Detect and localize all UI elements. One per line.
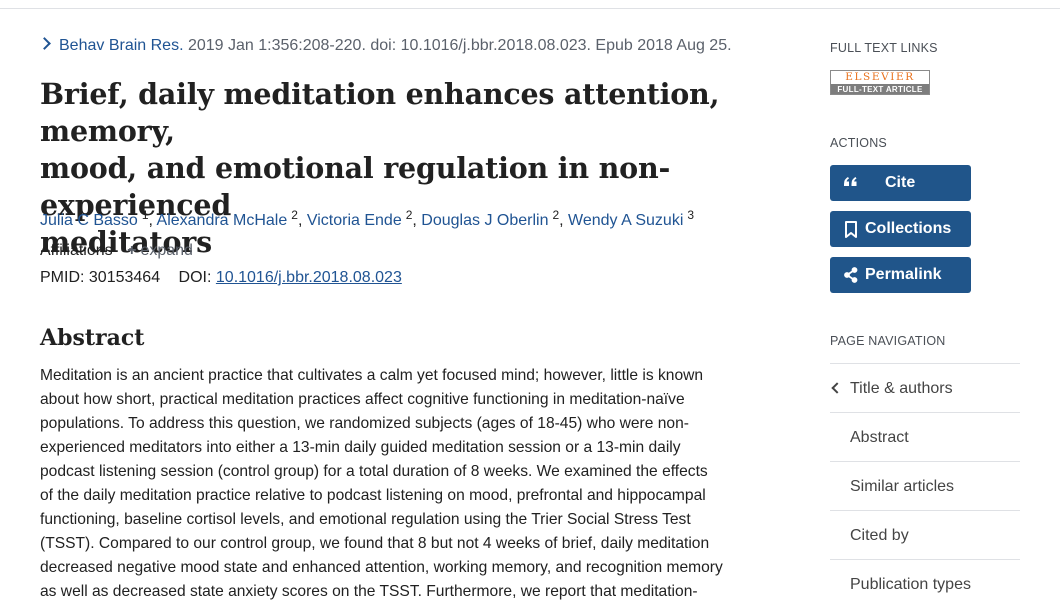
nav-item-label: Publication types (850, 576, 971, 593)
nav-item-label: Cited by (850, 527, 909, 544)
chevron-right-icon[interactable] (38, 37, 51, 50)
author-list: Julia C Basso 1, Alexandra McHale 2, Victo… (40, 208, 695, 229)
abstract-text: Meditation is an ancient practice that c… (40, 364, 765, 600)
title-line: Brief, daily meditation enhances attenti… (40, 77, 720, 148)
author-link[interactable]: Alexandra McHale (157, 212, 288, 229)
collections-button[interactable]: Collections (830, 211, 971, 247)
nav-item-abstract[interactable]: Abstract (830, 412, 1020, 461)
journal-link[interactable]: Behav Brain Res. (59, 37, 184, 54)
abstract-heading: Abstract (40, 325, 145, 351)
quote-icon (843, 165, 859, 201)
nav-item-label: Abstract (850, 429, 909, 446)
share-icon (843, 257, 859, 293)
page-navigation-heading: PAGE NAVIGATION (830, 334, 946, 348)
nav-item-publication-types[interactable]: Publication types (830, 559, 1020, 600)
actions-heading: ACTIONS (830, 136, 887, 150)
elsevier-full-text-link[interactable]: ELSEVIER FULL-TEXT ARTICLE (830, 70, 930, 95)
bookmark-icon (843, 211, 859, 247)
abstract-line: populations. To address this question, w… (40, 415, 689, 432)
nav-item-similar-articles[interactable]: Similar articles (830, 461, 1020, 510)
citation-details: 2019 Jan 1:356:208-220. doi: 10.1016/j.b… (187, 37, 732, 54)
affiliation-marker[interactable]: 2 (291, 208, 298, 222)
permalink-label: Permalink (865, 266, 942, 283)
identifiers-row: PMID: 30153464 DOI: 10.1016/j.bbr.2018.0… (40, 268, 402, 288)
abstract-line: as well as decreased state anxiety score… (40, 583, 698, 600)
abstract-line: functioning, baseline cortisol levels, a… (40, 511, 691, 528)
author-link[interactable]: Julia C Basso (40, 212, 138, 229)
chevron-left-icon (831, 382, 843, 394)
nav-item-cited-by[interactable]: Cited by (830, 510, 1020, 559)
top-divider (0, 8, 1060, 9)
author-link[interactable]: Douglas J Oberlin (421, 212, 548, 229)
abstract-line: decreased negative mood state and enhanc… (40, 559, 723, 576)
collections-label: Collections (865, 220, 952, 237)
plus-icon: + (127, 242, 137, 259)
affiliations-label: Affiliations (40, 242, 113, 259)
affiliations-row: Affiliations + expand (40, 241, 193, 261)
affiliation-marker[interactable]: 2 (552, 208, 559, 222)
expand-affiliations-button[interactable]: + expand (127, 242, 193, 259)
affiliation-marker[interactable]: 2 (406, 208, 413, 222)
elsevier-logo-subtext: FULL-TEXT ARTICLE (831, 84, 929, 94)
elsevier-logo-text: ELSEVIER (845, 71, 915, 83)
pmid-label: PMID: (40, 269, 85, 286)
abstract-line: Meditation is an ancient practice that c… (40, 367, 704, 384)
expand-label: expand (140, 242, 193, 259)
article-title: Brief, daily meditation enhances attenti… (40, 76, 770, 261)
nav-item-title-authors[interactable]: Title & authors (830, 363, 1020, 412)
permalink-button[interactable]: Permalink (830, 257, 971, 293)
affiliation-marker[interactable]: 3 (687, 208, 694, 222)
abstract-line: of the daily meditation practice relativ… (40, 487, 706, 504)
nav-item-label: Similar articles (850, 478, 955, 495)
citation-line: Behav Brain Res. 2019 Jan 1:356:208-220.… (38, 36, 780, 56)
abstract-line: podcast listening session (control group… (40, 463, 708, 480)
abstract-line: about how short, practical meditation pr… (40, 391, 685, 408)
doi-label: DOI: (178, 269, 212, 286)
author-link[interactable]: Wendy A Suzuki (568, 212, 683, 229)
abstract-line: experienced meditators into either a 13-… (40, 439, 681, 456)
doi-link[interactable]: 10.1016/j.bbr.2018.08.023 (216, 269, 402, 286)
affiliation-marker[interactable]: 1 (142, 208, 149, 222)
cite-label: Cite (885, 174, 916, 191)
page-navigation: Title & authors Abstract Similar article… (830, 363, 1020, 600)
pmid-value: 30153464 (88, 269, 161, 286)
full-text-links-heading: FULL TEXT LINKS (830, 41, 938, 55)
cite-button[interactable]: Cite (830, 165, 971, 201)
author-link[interactable]: Victoria Ende (307, 212, 402, 229)
abstract-line: (TSST). Compared to our control group, w… (40, 535, 710, 552)
nav-item-label: Title & authors (850, 380, 953, 397)
